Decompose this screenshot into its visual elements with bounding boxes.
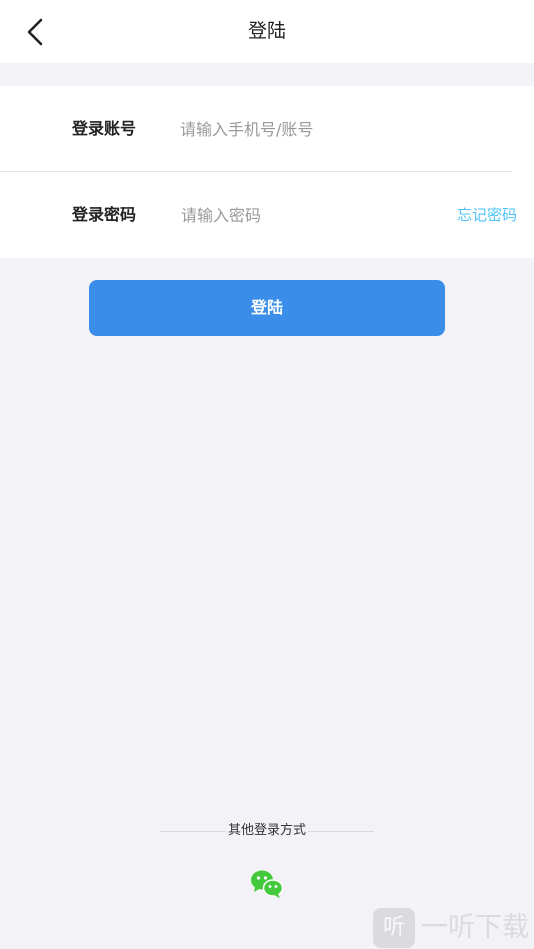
other-login-label: 其他登录方式 xyxy=(227,823,306,838)
watermark: 听 一听下载 xyxy=(373,906,534,949)
login-form: 登录账号 登录密码 忘记密码 xyxy=(0,86,534,258)
login-button[interactable]: 登陆 xyxy=(89,280,445,336)
account-row: 登录账号 xyxy=(0,86,534,172)
divider-line-right xyxy=(308,831,374,832)
password-input[interactable] xyxy=(181,198,441,232)
divider-line-left xyxy=(160,831,226,832)
page-title: 登陆 xyxy=(247,20,286,42)
password-label: 登录密码 xyxy=(72,205,137,224)
forgot-password-link[interactable]: 忘记密码 xyxy=(457,172,517,258)
account-input[interactable] xyxy=(180,112,480,146)
password-row: 登录密码 忘记密码 xyxy=(0,172,534,258)
watermark-text: 一听下载 xyxy=(421,912,529,943)
top-navigation-bar: 登陆 xyxy=(0,0,534,63)
wechat-icon xyxy=(251,870,284,898)
watermark-logo: 听 xyxy=(373,908,415,948)
other-login-divider: 其他登录方式 xyxy=(160,820,374,842)
wechat-login-button[interactable] xyxy=(250,868,284,900)
account-label: 登录账号 xyxy=(72,119,137,138)
